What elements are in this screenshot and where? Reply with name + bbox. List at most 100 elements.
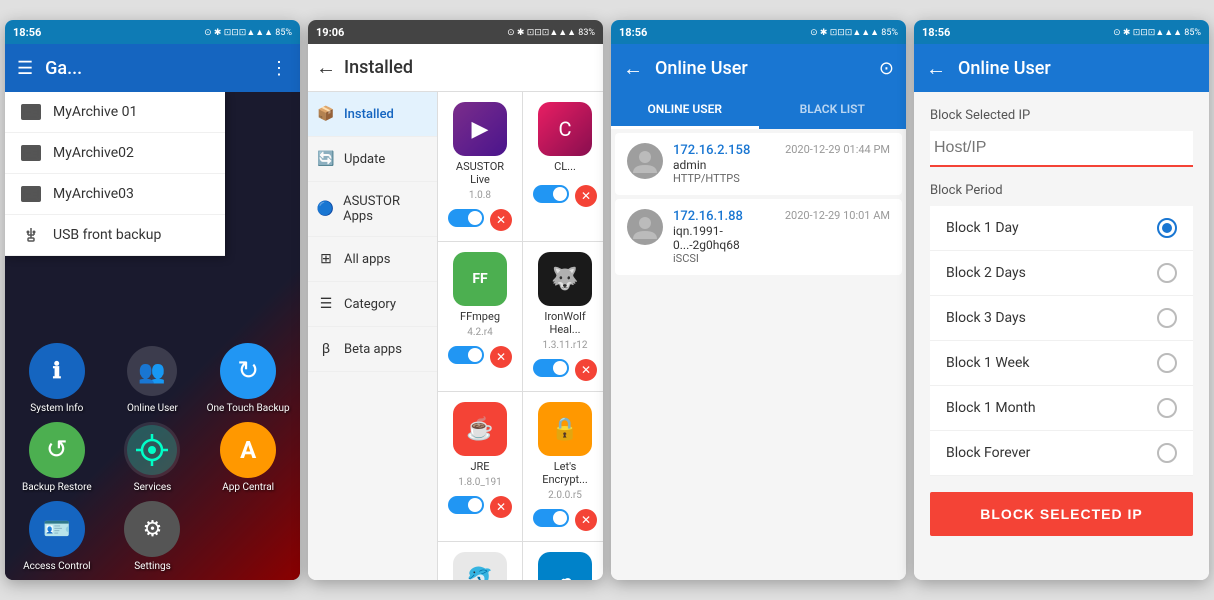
block-selected-ip-title: Block Selected IP <box>930 108 1193 123</box>
screen4-title: Online User <box>958 58 1051 79</box>
block-option-2-days[interactable]: Block 2 Days <box>930 251 1193 296</box>
jre-delete[interactable]: ✕ <box>490 496 512 518</box>
screen2-back-icon[interactable]: ← <box>316 55 336 80</box>
screen1-time: 18:56 <box>13 26 41 39</box>
sidebar-item-installed[interactable]: 📦 Installed <box>308 92 437 137</box>
hdd-icon-3 <box>21 186 41 202</box>
online-user-icon: 👥 <box>124 343 180 399</box>
screen4-time: 18:56 <box>922 26 950 39</box>
screen4: 18:56 ⊙ ✱ ⊡⊡⊡▲▲▲ 85% ← Online User Block… <box>914 20 1209 580</box>
block-option-3-days[interactable]: Block 3 Days <box>930 296 1193 341</box>
asustor-live-name: ASUSTOR Live <box>448 160 512 186</box>
tab-black-list[interactable]: BLACK LIST <box>759 92 907 129</box>
block-option-1-month[interactable]: Block 1 Month <box>930 386 1193 431</box>
apps-grid-container: ▶ ASUSTOR Live 1.0.8 ✕ C <box>438 92 603 580</box>
radio-forever[interactable] <box>1157 443 1177 463</box>
sidebar-item-beta-apps[interactable]: β Beta apps <box>308 327 437 372</box>
sidebar-item-update[interactable]: 🔄 Update <box>308 137 437 182</box>
ironwolf-delete[interactable]: ✕ <box>575 359 597 381</box>
screen3-body: 172.16.2.158 admin HTTP/HTTPS 2020-12-29… <box>611 129 906 580</box>
lets-encrypt-controls: ✕ <box>533 509 597 531</box>
dropdown-item-myarchive03[interactable]: MyArchive03 <box>5 174 225 215</box>
radio-3-days[interactable] <box>1157 308 1177 328</box>
home-icon-backup-restore[interactable]: ↺ Backup Restore <box>13 422 101 493</box>
jre-toggle[interactable] <box>448 496 484 514</box>
home-icon-one-touch[interactable]: ↻ One Touch Backup <box>204 343 292 414</box>
home-icon-services[interactable]: Services <box>109 422 197 493</box>
category-label: Category <box>344 297 396 312</box>
block-1-week-label: Block 1 Week <box>946 355 1030 371</box>
screen3-back-icon[interactable]: ← <box>623 56 643 81</box>
home-icon-access-control[interactable]: 🪪 Access Control <box>13 501 101 572</box>
screen3-tabs: ONLINE USER BLACK LIST <box>611 92 906 129</box>
block-ip-input[interactable] <box>930 131 1193 167</box>
lets-encrypt-delete[interactable]: ✕ <box>575 509 597 531</box>
app-grid: ▶ ASUSTOR Live 1.0.8 ✕ C <box>438 92 603 580</box>
lets-encrypt-version: 2.0.0.r5 <box>548 490 582 501</box>
tab-online-user[interactable]: ONLINE USER <box>611 92 759 129</box>
user-avatar-2 <box>627 209 663 245</box>
block-option-1-week[interactable]: Block 1 Week <box>930 341 1193 386</box>
screen3: 18:56 ⊙ ✱ ⊡⊡⊡▲▲▲ 85% ← Online User ⊙ ONL… <box>611 20 906 580</box>
dropdown-menu: MyArchive 01 MyArchive02 <box>5 92 225 256</box>
home-icon-online-user[interactable]: 👥 Online User <box>109 343 197 414</box>
asustor-live-toggle[interactable] <box>448 209 484 227</box>
asustor-apps-icon: 🔵 <box>316 199 335 219</box>
cl-app-controls: ✕ <box>533 185 597 207</box>
block-option-forever[interactable]: Block Forever <box>930 431 1193 476</box>
radio-2-days[interactable] <box>1157 263 1177 283</box>
radio-1-week[interactable] <box>1157 353 1177 373</box>
dropdown-item-usb[interactable]: USB front backup <box>5 215 225 256</box>
ffmpeg-delete[interactable]: ✕ <box>490 346 512 368</box>
home-icon-settings[interactable]: ⚙ Settings <box>109 501 197 572</box>
cl-app-toggle[interactable] <box>533 185 569 203</box>
app-cell-nextcloud: ☁ Nextcloud 20.0.1.r01 ✕ <box>523 542 603 580</box>
jre-controls: ✕ <box>448 496 512 518</box>
block-option-1-day[interactable]: Block 1 Day <box>930 206 1193 251</box>
backup-restore-icon: ↺ <box>29 422 85 478</box>
cl-app-delete[interactable]: ✕ <box>575 185 597 207</box>
beta-apps-icon: β <box>316 339 336 359</box>
screen1-status-icons: ⊙ ✱ ⊡⊡⊡▲▲▲ 85% <box>204 27 292 38</box>
lets-encrypt-toggle[interactable] <box>533 509 569 527</box>
user-card-1: 172.16.2.158 admin HTTP/HTTPS 2020-12-29… <box>615 133 902 195</box>
dropdown-item-myarchive01[interactable]: MyArchive 01 <box>5 92 225 133</box>
block-selected-ip-button[interactable]: BLOCK SELECTED IP <box>930 492 1193 536</box>
jre-name: JRE <box>470 460 489 473</box>
hamburger-icon[interactable]: ☰ <box>17 58 33 79</box>
block-1-day-label: Block 1 Day <box>946 220 1019 236</box>
sidebar-item-category[interactable]: ☰ Category <box>308 282 437 327</box>
screen4-back-icon[interactable]: ← <box>926 56 946 81</box>
all-apps-label: All apps <box>344 252 390 267</box>
app-cell-ffmpeg: FF FFmpeg 4.2.r4 ✕ <box>438 242 522 391</box>
radio-1-month[interactable] <box>1157 398 1177 418</box>
ironwolf-toggle[interactable] <box>533 359 569 377</box>
ffmpeg-name: FFmpeg <box>460 310 500 323</box>
dropdown-item-myarchive02[interactable]: MyArchive02 <box>5 133 225 174</box>
screen1-header: ☰ Ga... ⋮ <box>5 44 300 92</box>
update-icon: 🔄 <box>316 149 336 169</box>
more-icon[interactable]: ⋮ <box>270 58 288 79</box>
screen4-body: Block Selected IP Block Period Block 1 D… <box>914 92 1209 580</box>
installed-label: Installed <box>344 107 394 122</box>
screen3-title: Online User <box>655 58 867 79</box>
user-avatar-1 <box>627 143 663 179</box>
dropdown-label-myarchive02: MyArchive02 <box>53 145 134 161</box>
home-icon-system-info[interactable]: ℹ System Info <box>13 343 101 414</box>
settings-icon: ⚙ <box>124 501 180 557</box>
block-3-days-label: Block 3 Days <box>946 310 1026 326</box>
online-user-label: Online User <box>127 403 178 414</box>
one-touch-backup-label: One Touch Backup <box>207 403 290 414</box>
services-icon <box>124 422 180 478</box>
services-label: Services <box>134 482 172 493</box>
dropdown-label-myarchive01: MyArchive 01 <box>53 104 137 120</box>
asustor-live-delete[interactable]: ✕ <box>490 209 512 231</box>
screen3-refresh-icon[interactable]: ⊙ <box>879 58 894 79</box>
system-info-label: System Info <box>30 403 83 414</box>
ffmpeg-toggle[interactable] <box>448 346 484 364</box>
sidebar-item-all-apps[interactable]: ⊞ All apps <box>308 237 437 282</box>
sidebar-item-asustor-apps[interactable]: 🔵 ASUSTOR Apps <box>308 182 437 237</box>
home-icon-app-central[interactable]: A App Central <box>204 422 292 493</box>
radio-1-day[interactable] <box>1157 218 1177 238</box>
ironwolf-version: 1.3.11.r12 <box>542 340 587 351</box>
